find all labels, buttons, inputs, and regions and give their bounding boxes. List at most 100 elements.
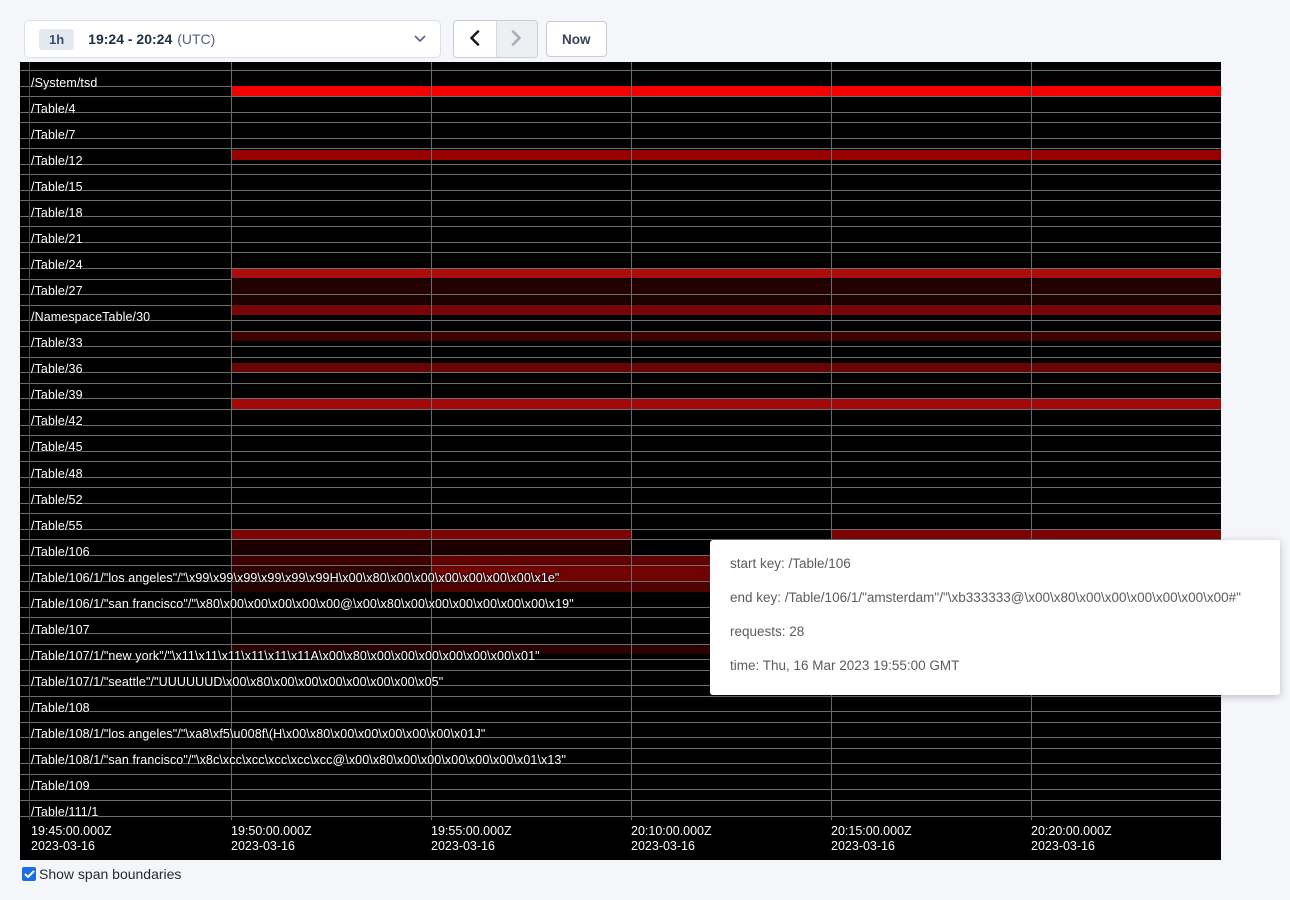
axis-tick-label: 20:10:00.000Z2023-03-16 xyxy=(631,824,712,854)
key-row-label: /Table/111/1 xyxy=(31,805,98,819)
next-time-button[interactable] xyxy=(496,21,538,57)
time-axis: 19:45:00.000Z2023-03-16 19:50:00.000Z2023… xyxy=(20,820,1221,860)
range-text: 19:24 - 20:24 xyxy=(88,31,172,47)
axis-tick-label: 19:55:00.000Z2023-03-16 xyxy=(431,824,512,854)
key-row-label: /Table/15 xyxy=(31,180,83,194)
span-boundary-line xyxy=(20,174,1221,175)
key-row-label: /Table/45 xyxy=(31,440,83,454)
heat-band xyxy=(231,86,1221,95)
show-span-boundaries-label: Show span boundaries xyxy=(39,866,181,882)
key-row-label: /Table/48 xyxy=(31,467,83,481)
key-row-label: /Table/108/1/"san francisco"/"\x8c\xcc\x… xyxy=(31,753,566,767)
now-button[interactable]: Now xyxy=(546,21,607,57)
key-row-label: /Table/52 xyxy=(31,493,83,507)
time-gridline xyxy=(631,62,632,820)
span-boundary-line xyxy=(20,435,1221,436)
axis-tick-label: 19:45:00.000Z2023-03-16 xyxy=(31,824,112,854)
time-nav-group xyxy=(453,20,538,58)
span-boundary-line xyxy=(20,425,1221,426)
heat-band xyxy=(231,556,431,566)
key-row-label: /Table/107 xyxy=(31,623,90,637)
span-boundary-line xyxy=(20,748,1221,749)
span-boundary-line xyxy=(20,711,1221,712)
key-row-label: /Table/109 xyxy=(31,779,90,793)
span-boundary-line xyxy=(20,513,1221,514)
key-row-label: /Table/12 xyxy=(31,154,83,168)
key-row-label: /Table/107/1/"new york"/"\x11\x11\x11\x1… xyxy=(31,649,540,663)
keyvis-canvas[interactable]: 19:45:00.000Z2023-03-16 19:50:00.000Z2023… xyxy=(20,62,1221,860)
time-gridline xyxy=(831,62,832,820)
span-boundary-line xyxy=(20,242,1221,243)
key-row-label: /Table/7 xyxy=(31,128,76,142)
heat-band xyxy=(831,530,1221,540)
span-boundary-line xyxy=(20,816,1221,817)
keyvis-tooltip: start key: /Table/106 end key: /Table/106… xyxy=(710,540,1280,695)
span-boundary-line xyxy=(20,477,1221,478)
chevron-down-icon xyxy=(414,35,426,43)
time-gridline xyxy=(231,62,232,820)
span-boundary-line xyxy=(20,122,1221,123)
heat-band xyxy=(231,399,1221,408)
span-boundary-line xyxy=(20,409,1221,410)
span-boundary-line xyxy=(20,800,1221,801)
span-boundary-line xyxy=(20,96,1221,97)
span-boundary-line xyxy=(20,346,1221,347)
prev-time-button[interactable] xyxy=(454,21,496,57)
heat-band xyxy=(231,269,1221,278)
time-range-select[interactable]: 1h 19:24 - 20:24 (UTC) xyxy=(24,20,441,58)
time-gridline xyxy=(29,62,30,820)
span-boundary-line xyxy=(20,320,1221,321)
span-boundary-line xyxy=(20,789,1221,790)
key-row-label: /Table/39 xyxy=(31,388,83,402)
span-boundary-line xyxy=(20,252,1221,253)
time-gridline xyxy=(431,62,432,820)
heat-band xyxy=(231,295,1221,305)
key-row-label: /Table/4 xyxy=(31,102,76,116)
key-row-label: /Table/55 xyxy=(31,519,83,533)
span-boundary-line xyxy=(20,774,1221,775)
key-row-label: /Table/106/1/"los angeles"/"\x99\x99\x99… xyxy=(31,571,559,585)
chevron-left-icon xyxy=(469,30,480,49)
chevron-right-icon xyxy=(511,30,522,49)
key-row-label: /Table/108 xyxy=(31,701,90,715)
key-row-label: /Table/107/1/"seattle"/"UUUUUUD\x00\x80\… xyxy=(31,675,443,689)
heat-band xyxy=(231,150,1221,160)
span-boundary-line xyxy=(20,112,1221,113)
span-boundary-line xyxy=(20,190,1221,191)
key-row-label: /Table/21 xyxy=(31,232,83,246)
key-row-label: /Table/18 xyxy=(31,206,83,220)
check-icon xyxy=(24,870,35,879)
span-boundary-line xyxy=(20,383,1221,384)
span-boundary-line xyxy=(20,461,1221,462)
range-preset-badge: 1h xyxy=(39,29,74,50)
key-row-label: /Table/106 xyxy=(31,545,90,559)
key-row-label: /Table/106/1/"san francisco"/"\x80\x00\x… xyxy=(31,597,574,611)
key-row-label: /Table/27 xyxy=(31,284,83,298)
tooltip-line: end key: /Table/106/1/"amsterdam"/"\xb33… xyxy=(730,588,1280,608)
key-row-label: /Table/24 xyxy=(31,258,83,272)
key-row-label: /Table/42 xyxy=(31,414,83,428)
tooltip-line: start key: /Table/106 xyxy=(730,554,1280,574)
span-boundary-line xyxy=(20,226,1221,227)
key-row-label: /NamespaceTable/30 xyxy=(31,310,150,324)
range-timezone: (UTC) xyxy=(177,31,215,47)
key-row-label: /Table/36 xyxy=(31,362,83,376)
span-boundary-line xyxy=(20,451,1221,452)
key-row-label: /System/tsd xyxy=(31,76,97,90)
span-boundary-line xyxy=(20,138,1221,139)
span-boundary-line xyxy=(20,487,1221,488)
key-row-label: /Table/108/1/"los angeles"/"\xa8\xf5\u00… xyxy=(31,727,485,741)
span-boundary-line xyxy=(20,164,1221,165)
span-boundary-line xyxy=(20,70,1221,71)
key-row-label: /Table/33 xyxy=(31,336,83,350)
span-boundary-line xyxy=(20,200,1221,201)
heat-band xyxy=(231,332,1221,342)
heat-band xyxy=(231,305,1221,314)
span-boundaries-row: Show span boundaries xyxy=(22,866,181,882)
axis-tick-label: 19:50:00.000Z2023-03-16 xyxy=(231,824,312,854)
span-boundary-line xyxy=(20,357,1221,358)
span-boundary-line xyxy=(20,372,1221,373)
show-span-boundaries-checkbox[interactable] xyxy=(22,867,36,881)
heat-band xyxy=(231,279,1221,294)
span-boundary-line xyxy=(20,696,1221,697)
